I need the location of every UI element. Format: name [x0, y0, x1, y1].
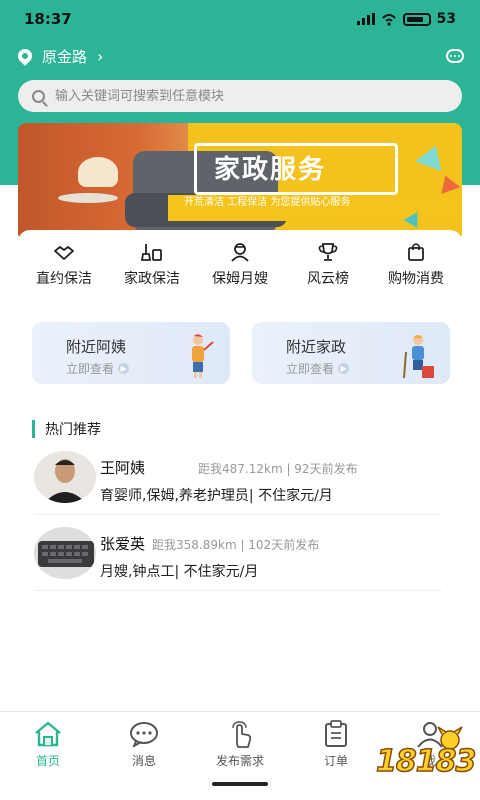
card-meta: 距我358.89km | 102天前发布: [152, 538, 320, 552]
watermark-text: 18183: [375, 743, 477, 780]
location-selector[interactable]: 原金路 ›: [15, 44, 464, 68]
hot-recommendations-header: 热门推荐: [32, 419, 101, 439]
banner-lamp-image: [78, 157, 118, 187]
status-indicators: 53: [356, 11, 456, 27]
tab-label: 首页: [35, 754, 60, 768]
nanny-icon: [229, 242, 251, 262]
status-time: 18:37: [24, 10, 72, 28]
home-icon: [33, 720, 63, 748]
battery-level: 53: [436, 11, 456, 27]
search-bar[interactable]: [18, 80, 462, 112]
location-name: 原金路: [42, 47, 88, 66]
shortcut-home-cleaning[interactable]: 家政保洁: [110, 242, 194, 300]
banner-decoration-triangle: [435, 172, 461, 194]
shortcut-label: 家政保洁: [124, 271, 180, 287]
promo-subtitle-text: 立即查看: [286, 362, 335, 376]
tab-label: 订单: [323, 754, 348, 768]
promo-nearby-aunties[interactable]: 附近阿姨 立即查看 ▶: [32, 322, 230, 384]
tab-home[interactable]: 首页: [18, 720, 78, 769]
banner-carousel[interactable]: 家政服务 开荒清洁 工程保洁 为您提供贴心服务: [18, 123, 462, 241]
recommendation-card[interactable]: 张爱英 距我358.89km | 102天前发布 月嫂,钟点工| 不住家元/月: [34, 523, 414, 597]
arrow-right-icon: ▶: [118, 363, 130, 374]
banner-title: 家政服务: [214, 155, 327, 185]
location-pin-icon: [15, 46, 35, 66]
arrow-right-icon: ▶: [338, 363, 350, 374]
chat-icon: [129, 720, 159, 748]
card-name: 王阿姨: [100, 459, 146, 477]
status-bar: 18:37 53: [0, 0, 480, 38]
tab-messages[interactable]: 消息: [114, 720, 174, 769]
tab-label: 发布需求: [215, 754, 264, 768]
chevron-right-icon: ›: [97, 46, 104, 66]
card-description: 育婴师,保姆,养老护理员| 不住家元/月: [100, 488, 333, 504]
shortcut-nanny[interactable]: 保姆月嫂: [198, 242, 282, 300]
section-accent-bar: [32, 420, 35, 438]
card-name: 张爱英: [100, 535, 146, 553]
card-meta: 距我487.12km | 92天前发布: [198, 462, 358, 476]
tab-post-request[interactable]: 发布需求: [210, 720, 270, 769]
banner-decoration-triangle: [415, 140, 449, 172]
banner-table-image: [58, 193, 118, 203]
avatar: [34, 527, 96, 579]
recommendation-card[interactable]: 王阿姨 距我487.12km | 92天前发布 育婴师,保姆,养老护理员| 不住…: [34, 447, 414, 521]
section-title: 热门推荐: [45, 422, 101, 438]
shopping-bag-icon: [405, 242, 427, 262]
shortcut-ranking[interactable]: 风云榜: [286, 242, 370, 300]
card-description: 月嫂,钟点工| 不住家元/月: [100, 564, 259, 580]
tab-orders[interactable]: 订单: [306, 720, 366, 769]
shortcut-direct-cleaning[interactable]: 直约保洁: [22, 242, 106, 300]
avatar: [34, 451, 96, 503]
shortcut-label: 风云榜: [307, 271, 349, 287]
tab-label: 消息: [131, 754, 156, 768]
cleaning-tools-icon: [141, 242, 163, 262]
shortcut-shopping[interactable]: 购物消费: [374, 242, 458, 300]
housekeeper-illustration: [192, 334, 214, 378]
battery-icon: [402, 12, 431, 26]
shortcut-label: 保姆月嫂: [212, 271, 268, 287]
message-bubble-icon[interactable]: [446, 49, 464, 63]
clipboard-icon: [321, 720, 351, 748]
tap-hand-icon: [225, 720, 255, 748]
promo-subtitle-text: 立即查看: [66, 362, 115, 376]
promo-nearby-housekeeping[interactable]: 附近家政 立即查看 ▶: [252, 322, 450, 384]
shortcut-label: 直约保洁: [36, 271, 92, 287]
handshake-icon: [53, 242, 75, 262]
cellular-signal-icon: [356, 13, 375, 25]
divider: [34, 590, 442, 591]
trophy-icon: [317, 242, 339, 262]
cleaner-illustration: [403, 335, 434, 379]
category-shortcuts: 直约保洁 家政保洁 保姆月嫂 风云榜 购物消费: [18, 230, 462, 300]
home-indicator[interactable]: [212, 782, 268, 786]
watermark-logo: 18183: [372, 726, 477, 788]
search-icon: [32, 89, 45, 103]
search-input[interactable]: [55, 88, 435, 104]
shortcut-label: 购物消费: [388, 271, 444, 287]
wifi-icon: [381, 14, 396, 26]
divider: [34, 514, 442, 515]
banner-subtitle: 开荒清洁 工程保洁 为您提供贴心服务: [184, 197, 351, 208]
